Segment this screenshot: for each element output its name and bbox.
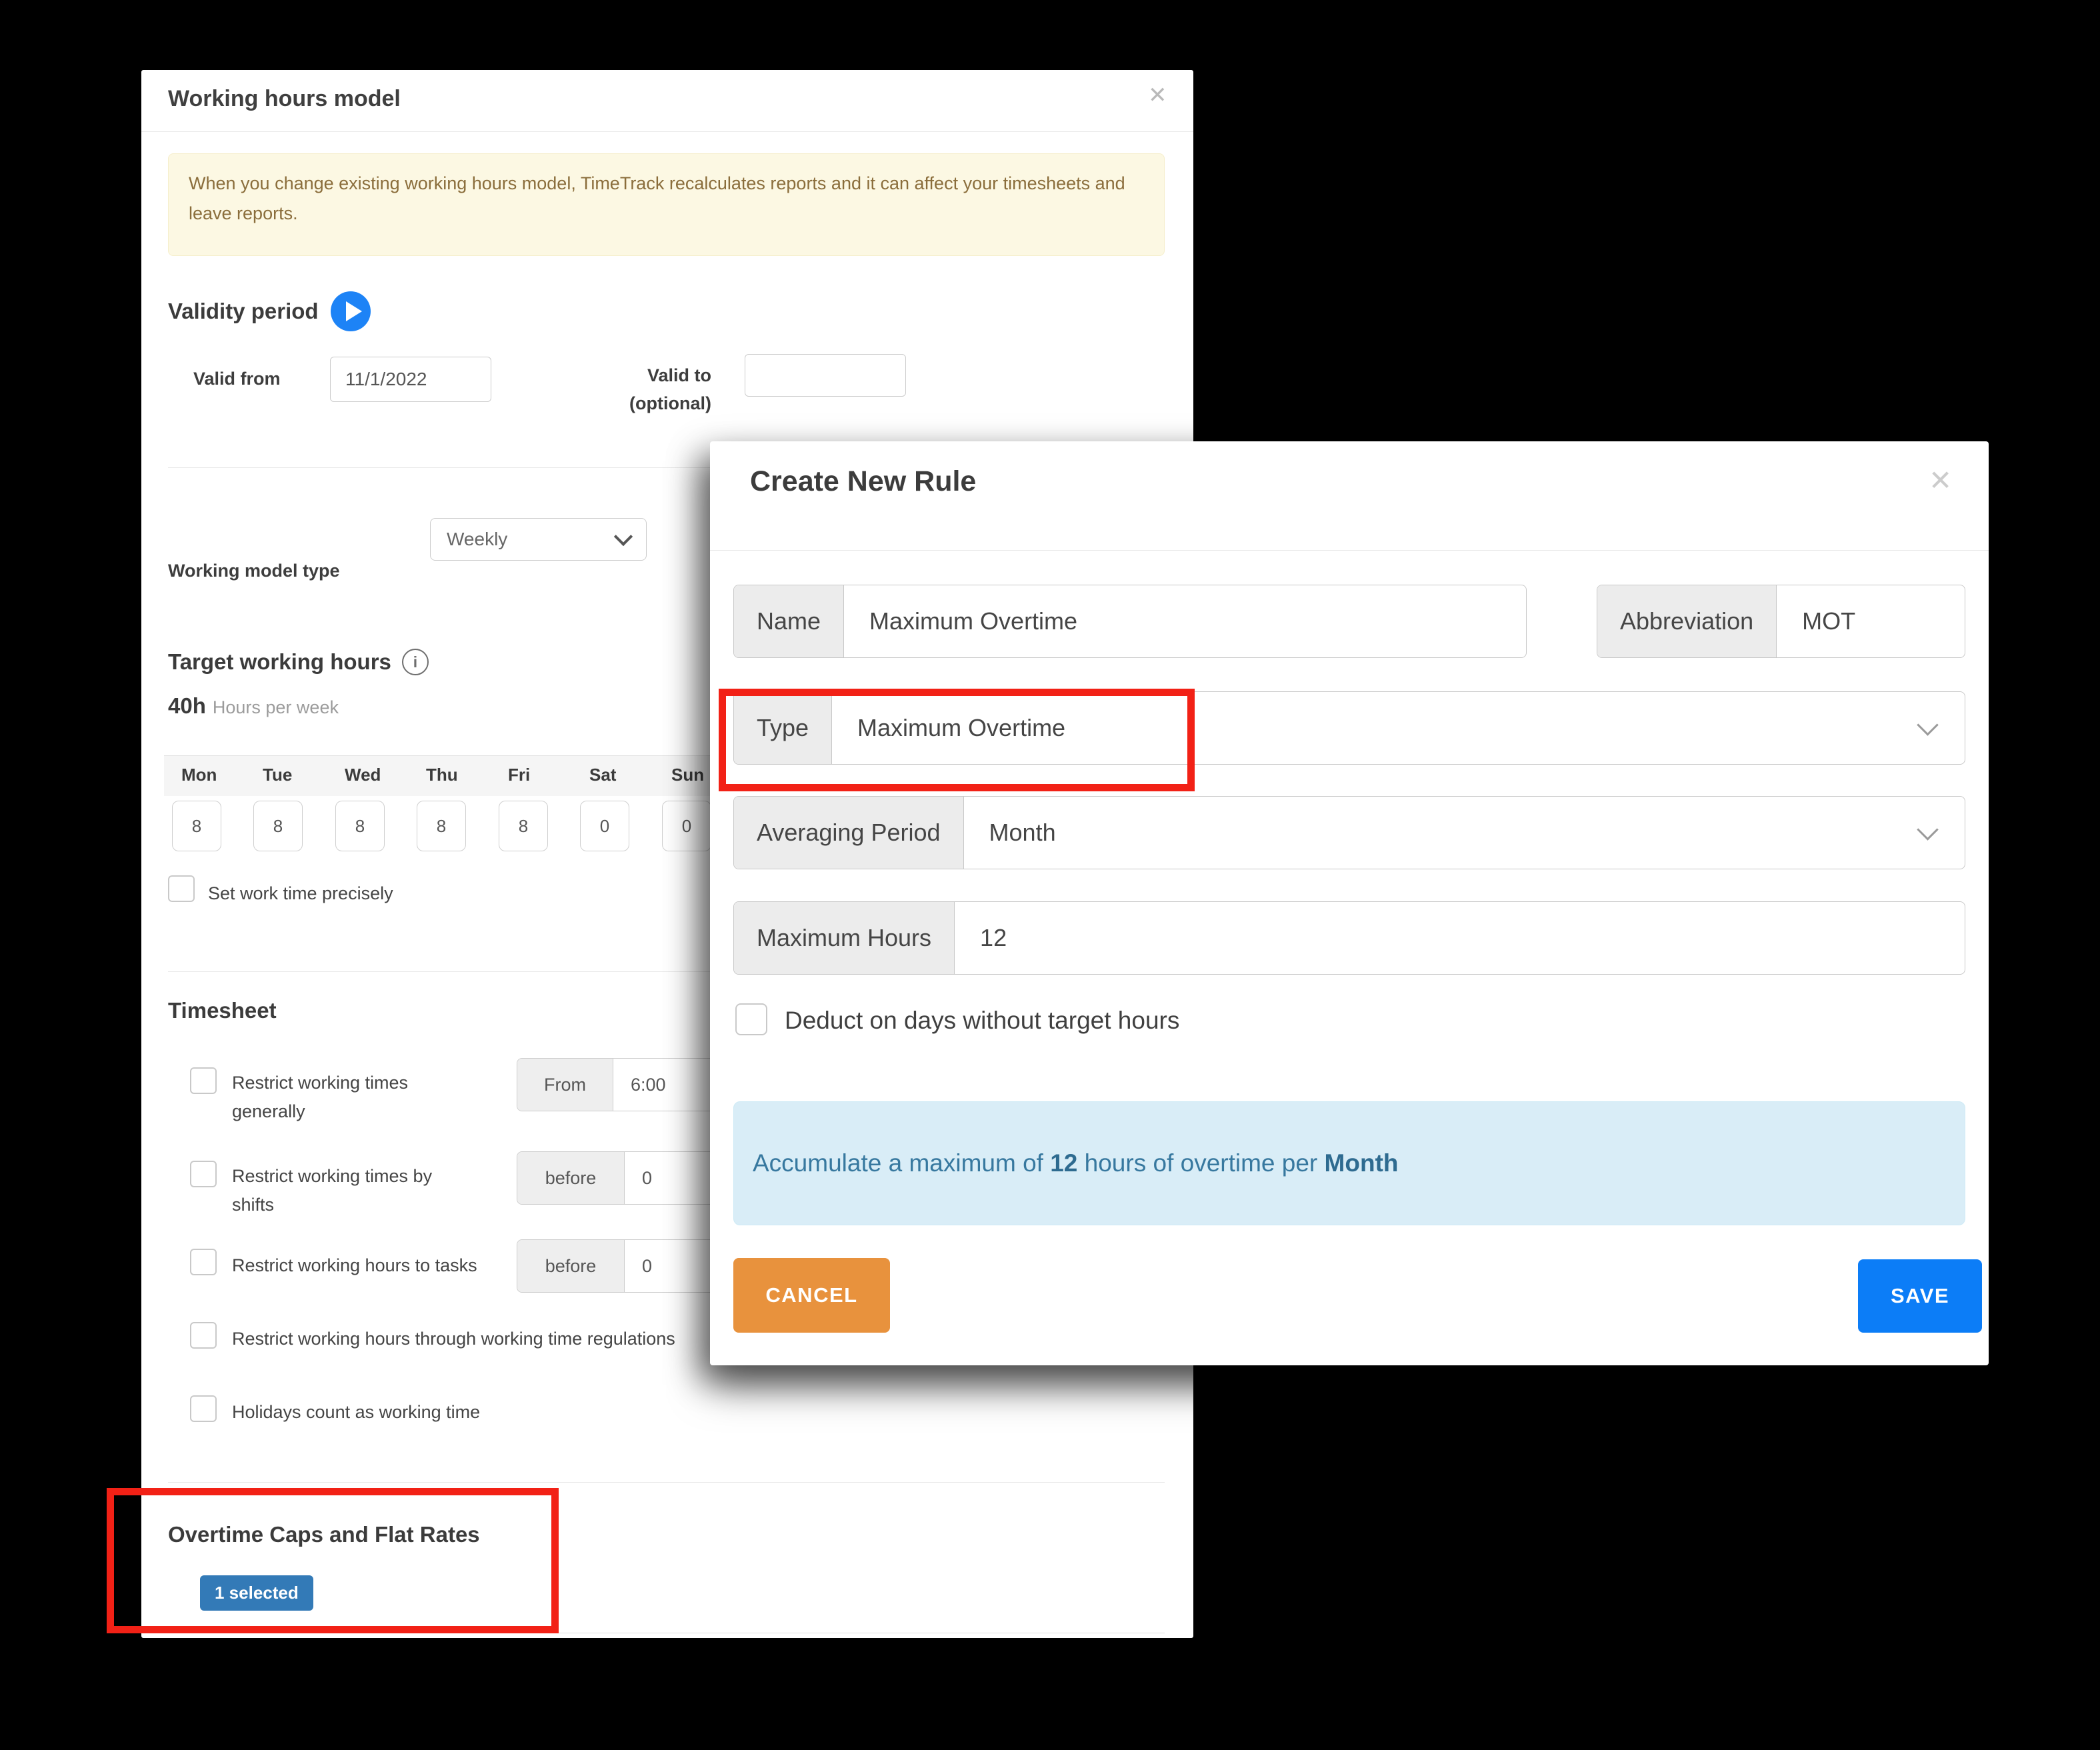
averaging-period-label: Averaging Period xyxy=(734,797,964,869)
day-label-thu: Thu xyxy=(426,765,486,785)
name-label: Name xyxy=(734,585,844,657)
play-icon[interactable] xyxy=(331,291,371,331)
save-button[interactable]: SAVE xyxy=(1858,1259,1982,1333)
maximum-hours-field-group: Maximum Hours 12 xyxy=(733,901,1965,975)
summary-period: Month xyxy=(1325,1149,1399,1177)
day-label-mon: Mon xyxy=(181,765,241,785)
restrict-times-generally-checkbox[interactable] xyxy=(190,1067,217,1094)
abbreviation-field-group: Abbreviation MOT xyxy=(1597,585,1965,658)
from-addon: From xyxy=(517,1059,613,1111)
warning-banner: When you change existing working hours m… xyxy=(168,153,1165,256)
before-addon: before xyxy=(517,1240,625,1292)
create-new-rule-dialog: Create New Rule ✕ Name Maximum Overtime … xyxy=(710,441,1989,1365)
restrict-hours-to-tasks-checkbox[interactable] xyxy=(190,1249,217,1275)
rule-summary-infobox: Accumulate a maximum of 12 hours of over… xyxy=(733,1101,1965,1225)
maximum-hours-label: Maximum Hours xyxy=(734,902,955,974)
info-icon[interactable]: i xyxy=(402,649,429,675)
valid-from-input[interactable] xyxy=(330,357,491,402)
name-input[interactable]: Maximum Overtime xyxy=(844,585,1526,657)
set-work-time-precisely-checkbox[interactable] xyxy=(168,875,195,902)
timesheet-heading: Timesheet xyxy=(168,998,277,1023)
deduct-days-label: Deduct on days without target hours xyxy=(785,1007,1179,1035)
set-work-time-precisely-label: Set work time precisely xyxy=(208,879,393,908)
restrict-hours-regulations-checkbox[interactable] xyxy=(190,1322,217,1349)
day-hours-input-thu[interactable] xyxy=(417,801,466,851)
close-icon[interactable]: ✕ xyxy=(1929,464,1952,497)
holidays-count-checkbox[interactable] xyxy=(190,1395,217,1422)
cancel-button[interactable]: CANCEL xyxy=(733,1258,890,1333)
working-model-type-select[interactable]: Weekly xyxy=(430,518,647,561)
restrict-times-generally-label: Restrict working times generally xyxy=(232,1069,465,1126)
restrict-hours-regulations-label: Restrict working hours through working t… xyxy=(232,1325,752,1353)
working-model-type-label: Working model type xyxy=(168,561,340,581)
summary-hours: 12 xyxy=(1050,1149,1077,1177)
selected-count-badge[interactable]: 1 selected xyxy=(200,1575,313,1611)
restrict-times-by-shifts-checkbox[interactable] xyxy=(190,1161,217,1187)
summary-middle: hours of overtime per xyxy=(1077,1149,1324,1177)
type-select-group[interactable]: Type Maximum Overtime xyxy=(733,691,1965,765)
before-shifts-group[interactable]: before 0 xyxy=(517,1151,741,1205)
averaging-period-select-group[interactable]: Averaging Period Month xyxy=(733,796,1965,869)
day-label-fri: Fri xyxy=(508,765,568,785)
weekly-total-hours: 40h Hours per week xyxy=(168,693,339,719)
day-hours-input-fri[interactable] xyxy=(499,801,548,851)
chevron-down-icon xyxy=(614,527,633,546)
close-icon[interactable]: ✕ xyxy=(1148,82,1167,109)
abbreviation-input[interactable]: MOT xyxy=(1777,585,1965,657)
day-hours-input-sun[interactable] xyxy=(662,801,711,851)
overtime-caps-heading: Overtime Caps and Flat Rates xyxy=(168,1522,480,1547)
modal-header-divider xyxy=(710,550,1989,551)
restrict-times-by-shifts-label: Restrict working times by shifts xyxy=(232,1162,465,1219)
header-divider xyxy=(141,131,1193,132)
before-addon: before xyxy=(517,1152,625,1204)
total-hours-value: 40h xyxy=(168,693,206,718)
holidays-count-label: Holidays count as working time xyxy=(232,1398,752,1427)
target-working-hours-heading: Target working hours i xyxy=(168,649,429,675)
day-label-tue: Tue xyxy=(263,765,323,785)
type-selected-value[interactable]: Maximum Overtime xyxy=(832,692,1965,764)
valid-to-input[interactable] xyxy=(745,354,906,397)
abbreviation-label: Abbreviation xyxy=(1597,585,1777,657)
validity-period-label: Validity period xyxy=(168,299,319,324)
red-highlight-overtime-section xyxy=(107,1488,559,1633)
day-hours-input-tue[interactable] xyxy=(253,801,303,851)
name-field-group: Name Maximum Overtime xyxy=(733,585,1527,658)
day-label-wed: Wed xyxy=(345,765,405,785)
restrict-times-from-group[interactable]: From 6:00 xyxy=(517,1058,741,1111)
deduct-days-checkbox[interactable] xyxy=(735,1003,767,1035)
maximum-hours-input[interactable]: 12 xyxy=(955,902,1965,974)
modal-title: Create New Rule xyxy=(750,465,976,498)
day-hours-input-sat[interactable] xyxy=(580,801,629,851)
section-divider xyxy=(168,1482,1165,1483)
type-label: Type xyxy=(734,692,832,764)
before-tasks-group[interactable]: before 0 xyxy=(517,1239,741,1293)
validity-period-heading: Validity period xyxy=(168,291,371,331)
dialog-title: Working hours model xyxy=(168,86,401,112)
hours-per-week-label: Hours per week xyxy=(213,697,339,717)
screen-background: Working hours model ✕ When you change ex… xyxy=(0,0,2100,1750)
valid-from-label: Valid from xyxy=(193,369,281,389)
working-model-type-value: Weekly xyxy=(447,529,507,550)
day-hours-input-mon[interactable] xyxy=(172,801,221,851)
day-hours-input-wed[interactable] xyxy=(335,801,385,851)
summary-prefix: Accumulate a maximum of xyxy=(753,1149,1050,1177)
averaging-period-selected-value[interactable]: Month xyxy=(964,797,1965,869)
valid-to-label: Valid to (optional) xyxy=(601,362,711,418)
day-label-sat: Sat xyxy=(589,765,649,785)
